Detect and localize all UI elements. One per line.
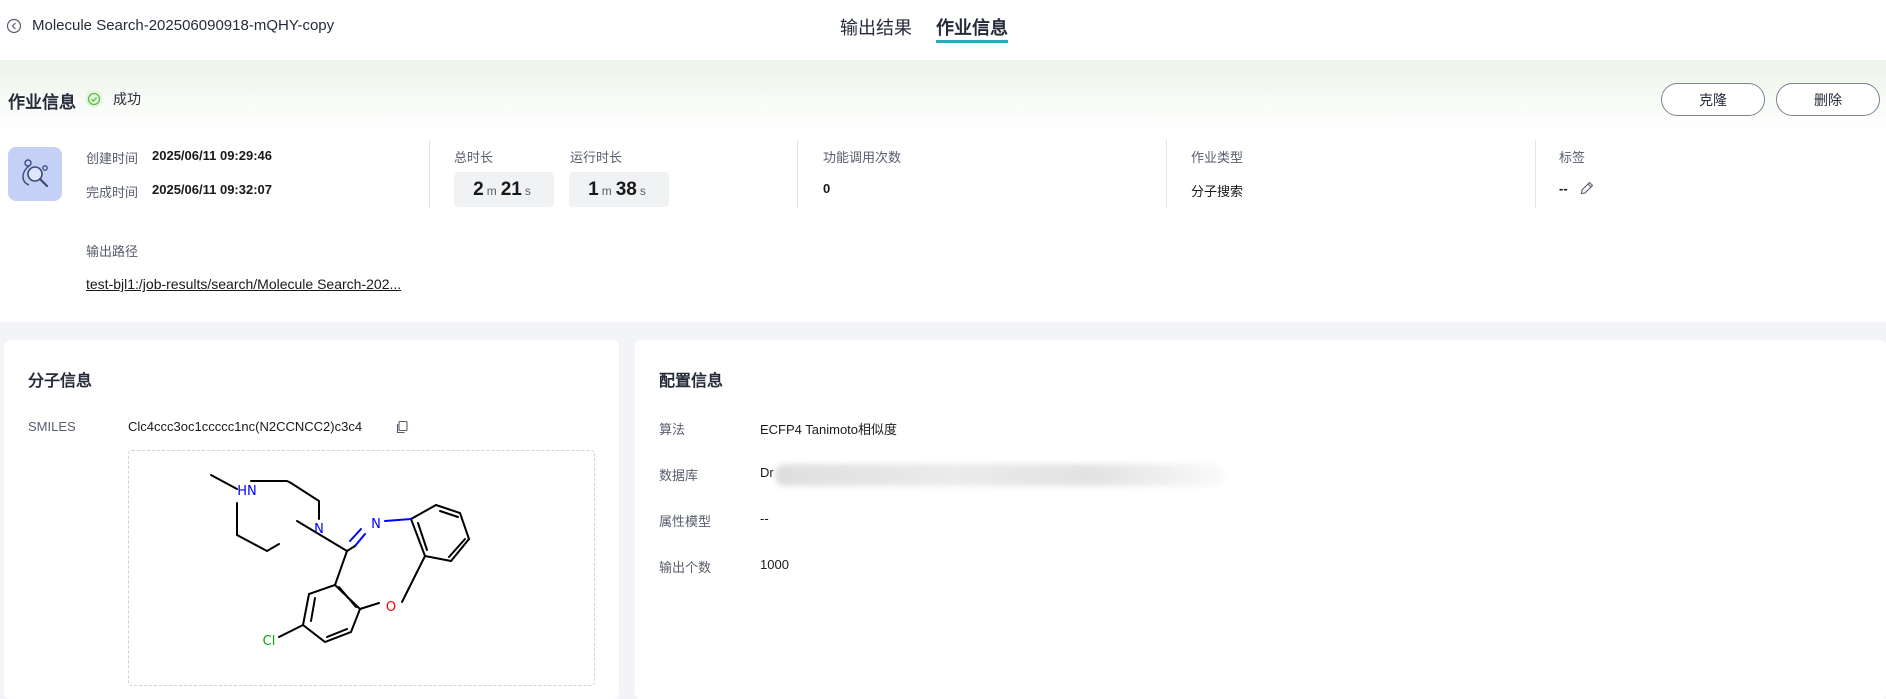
output-count-value: 1000 [760, 557, 789, 572]
job-type-icon [8, 147, 62, 201]
status-text: 成功 [113, 91, 141, 107]
molecule-search-icon [22, 159, 49, 188]
algorithm-label: 算法 [659, 422, 686, 437]
minute-unit: m [486, 184, 497, 198]
created-time-value: 2025/06/11 09:29:46 [152, 148, 272, 163]
run-minutes: 1 [588, 179, 599, 200]
clone-button[interactable]: 克隆 [1661, 83, 1765, 116]
smiles-value: Clc4ccc3oc1ccccc1nc(N2CCNCC2)c3c4 [128, 419, 363, 434]
run-seconds: 38 [615, 179, 637, 200]
total-seconds: 21 [500, 179, 522, 200]
atom-n-imine: N [371, 517, 381, 532]
atom-cl: Cl [263, 634, 276, 649]
smiles-label: SMILES [28, 419, 76, 434]
molecule-structure: HN N N O Cl [210, 474, 471, 649]
divider [1535, 140, 1536, 208]
function-calls-value: 0 [823, 181, 831, 196]
job-type-value: 分子搜索 [1191, 184, 1244, 199]
delete-button[interactable]: 删除 [1776, 83, 1880, 116]
total-duration-label: 总时长 [454, 150, 494, 165]
output-count-label: 输出个数 [659, 560, 712, 575]
back-link[interactable]: Molecule Search-202506090918-mQHY-copy [6, 17, 334, 34]
atom-n-piperazine: N [314, 522, 324, 537]
check-circle-icon [85, 90, 103, 108]
copy-icon[interactable] [395, 420, 409, 434]
job-type-label: 作业类型 [1191, 150, 1244, 165]
total-minutes: 2 [473, 179, 484, 200]
function-calls-label: 功能调用次数 [823, 150, 902, 165]
finished-time-label: 完成时间 [86, 185, 139, 200]
edit-icon[interactable] [1580, 181, 1594, 195]
job-info-section: 作业信息 成功 克隆 删除 创建时间 2025/06/11 09:29:46 完… [0, 60, 1886, 322]
atom-hn: HN [237, 484, 257, 499]
config-info-title: 配置信息 [659, 373, 724, 390]
output-path-label: 输出路径 [86, 244, 139, 259]
molecule-structure-box: HN N N O Cl [128, 450, 595, 686]
molecule-info-title: 分子信息 [28, 373, 93, 390]
total-duration-value: 2 m 21 s [454, 172, 554, 207]
tag-label: 标签 [1559, 150, 1586, 165]
config-info-card: 配置信息 算法 ECFP4 Tanimoto相似度 数据库 Dr 属性模型 --… [635, 340, 1886, 699]
database-value: Dr [760, 465, 774, 480]
second-unit: s [639, 184, 646, 198]
output-path-link[interactable]: test-bjl1:/job-results/search/Molecule S… [86, 276, 401, 292]
property-model-label: 属性模型 [659, 514, 712, 529]
job-name: Molecule Search-202506090918-mQHY-copy [32, 17, 335, 34]
algorithm-value: ECFP4 Tanimoto相似度 [760, 422, 898, 437]
top-bar: Molecule Search-202506090918-mQHY-copy 输… [0, 0, 1886, 60]
created-time-label: 创建时间 [86, 151, 139, 166]
molecule-info-card: 分子信息 SMILES Clc4ccc3oc1ccccc1nc(N2CCNCC2… [4, 340, 619, 699]
divider [1166, 140, 1167, 208]
run-duration-label: 运行时长 [570, 150, 623, 165]
tab-output-results[interactable]: 输出结果 [840, 0, 912, 60]
atom-o: O [386, 600, 396, 615]
divider [429, 140, 430, 208]
second-unit: s [524, 184, 531, 198]
job-info-title: 作业信息 [8, 93, 76, 112]
tab-bar: 输出结果 作业信息 [840, 0, 1032, 60]
tag-value: -- [1559, 181, 1568, 196]
finished-time-value: 2025/06/11 09:32:07 [152, 182, 272, 197]
divider [797, 140, 798, 208]
minute-unit: m [601, 184, 612, 198]
property-model-value: -- [760, 511, 769, 526]
tab-job-info[interactable]: 作业信息 [936, 0, 1008, 60]
redacted-value [775, 464, 1225, 486]
status-badge: 成功 [85, 89, 141, 109]
database-label: 数据库 [659, 468, 699, 483]
back-arrow-icon[interactable] [6, 18, 22, 34]
run-duration-value: 1 m 38 s [569, 172, 669, 207]
